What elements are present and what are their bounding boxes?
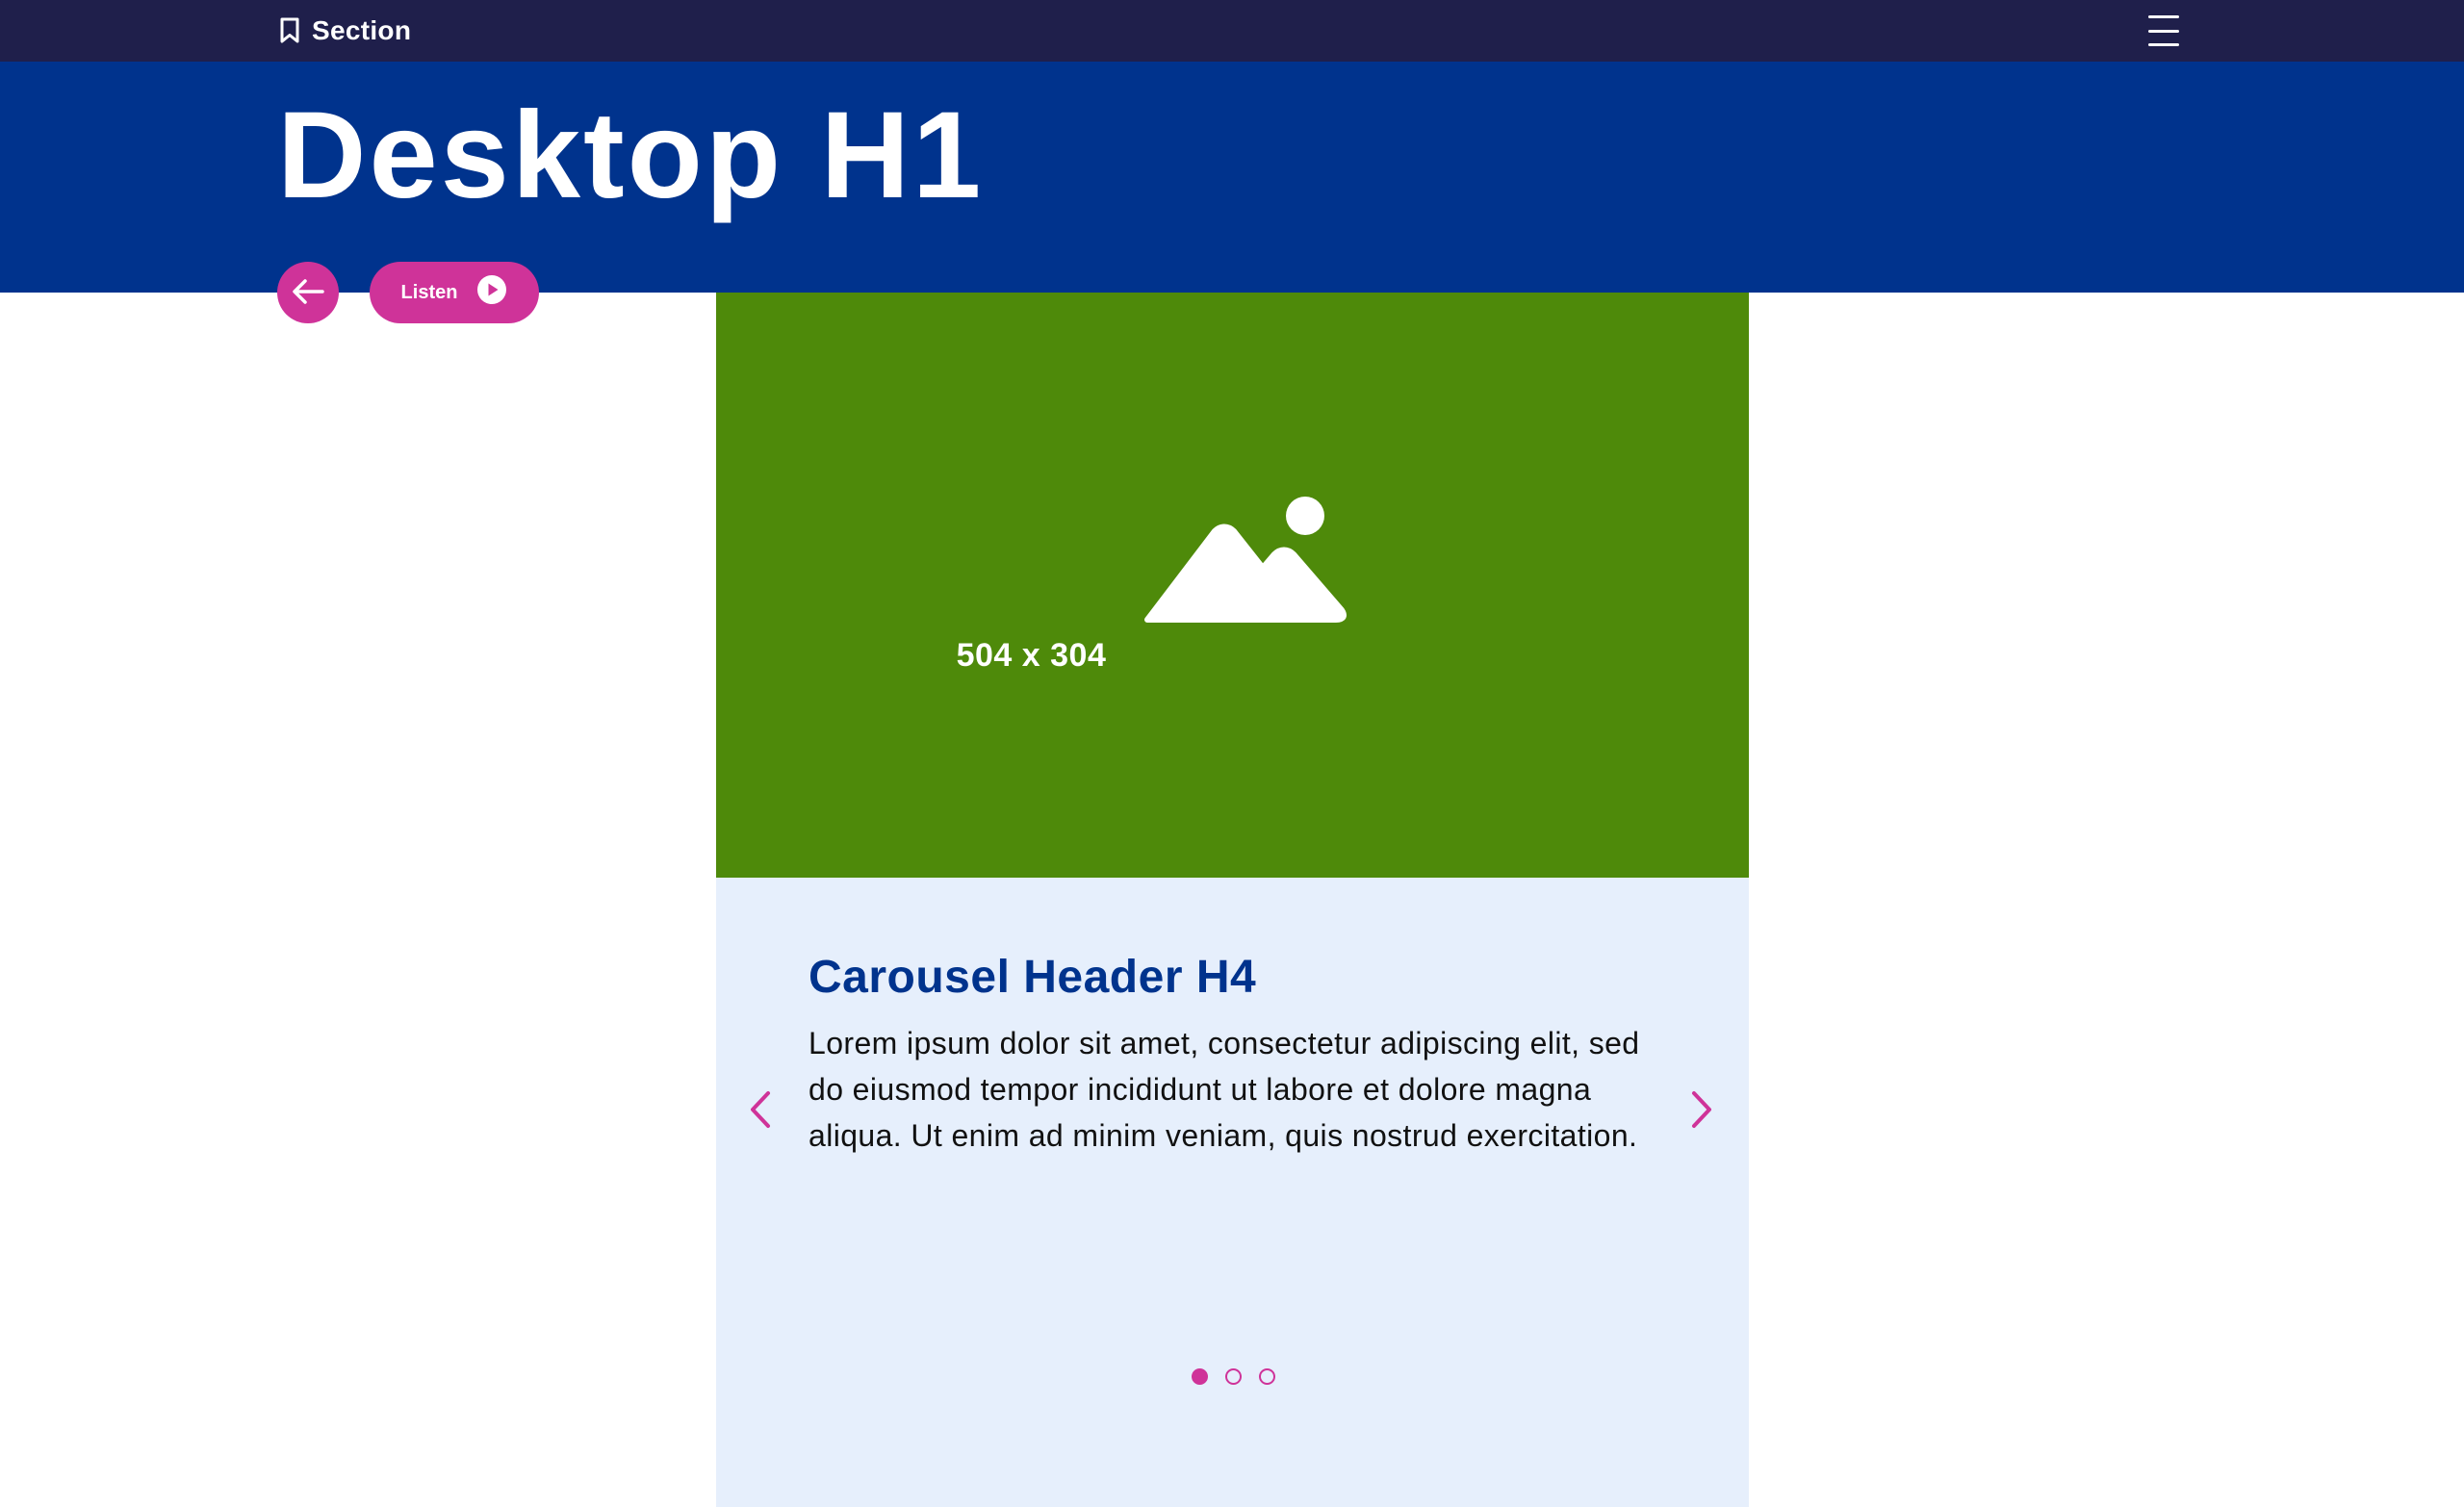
carousel-prev-button[interactable] <box>741 1084 780 1137</box>
carousel-title: Carousel Header H4 <box>808 952 1257 1003</box>
arrow-left-icon <box>291 277 325 309</box>
image-size-caption: 504 x 304 <box>956 637 1107 674</box>
hamburger-menu-icon[interactable] <box>2146 14 2181 47</box>
listen-button[interactable]: Listen <box>370 262 539 323</box>
play-circle-icon <box>476 274 507 311</box>
carousel-next-button[interactable] <box>1682 1084 1721 1137</box>
bookmark-icon <box>279 17 300 44</box>
image-placeholder: 504 x 304 <box>716 293 1749 878</box>
carousel-card: Carousel Header H4 Lorem ipsum dolor sit… <box>716 878 1749 1507</box>
chevron-right-icon <box>1690 1090 1713 1132</box>
hero-header: Desktop H1 <box>0 62 2464 293</box>
image-placeholder-icon <box>1140 491 1351 638</box>
chevron-left-icon <box>749 1090 772 1132</box>
section-link[interactable]: Section <box>279 13 411 48</box>
back-button[interactable] <box>277 262 339 323</box>
listen-label: Listen <box>400 281 458 303</box>
section-label: Section <box>312 15 412 45</box>
carousel-dot[interactable] <box>1259 1368 1275 1385</box>
carousel-body: Lorem ipsum dolor sit amet, consectetur … <box>808 1026 1640 1153</box>
carousel-dot[interactable] <box>1192 1368 1208 1385</box>
carousel-pagination <box>1192 1368 1275 1385</box>
top-navigation-bar: Section <box>0 0 2464 62</box>
carousel-dot[interactable] <box>1225 1368 1242 1385</box>
page-title: Desktop H1 <box>277 87 985 224</box>
